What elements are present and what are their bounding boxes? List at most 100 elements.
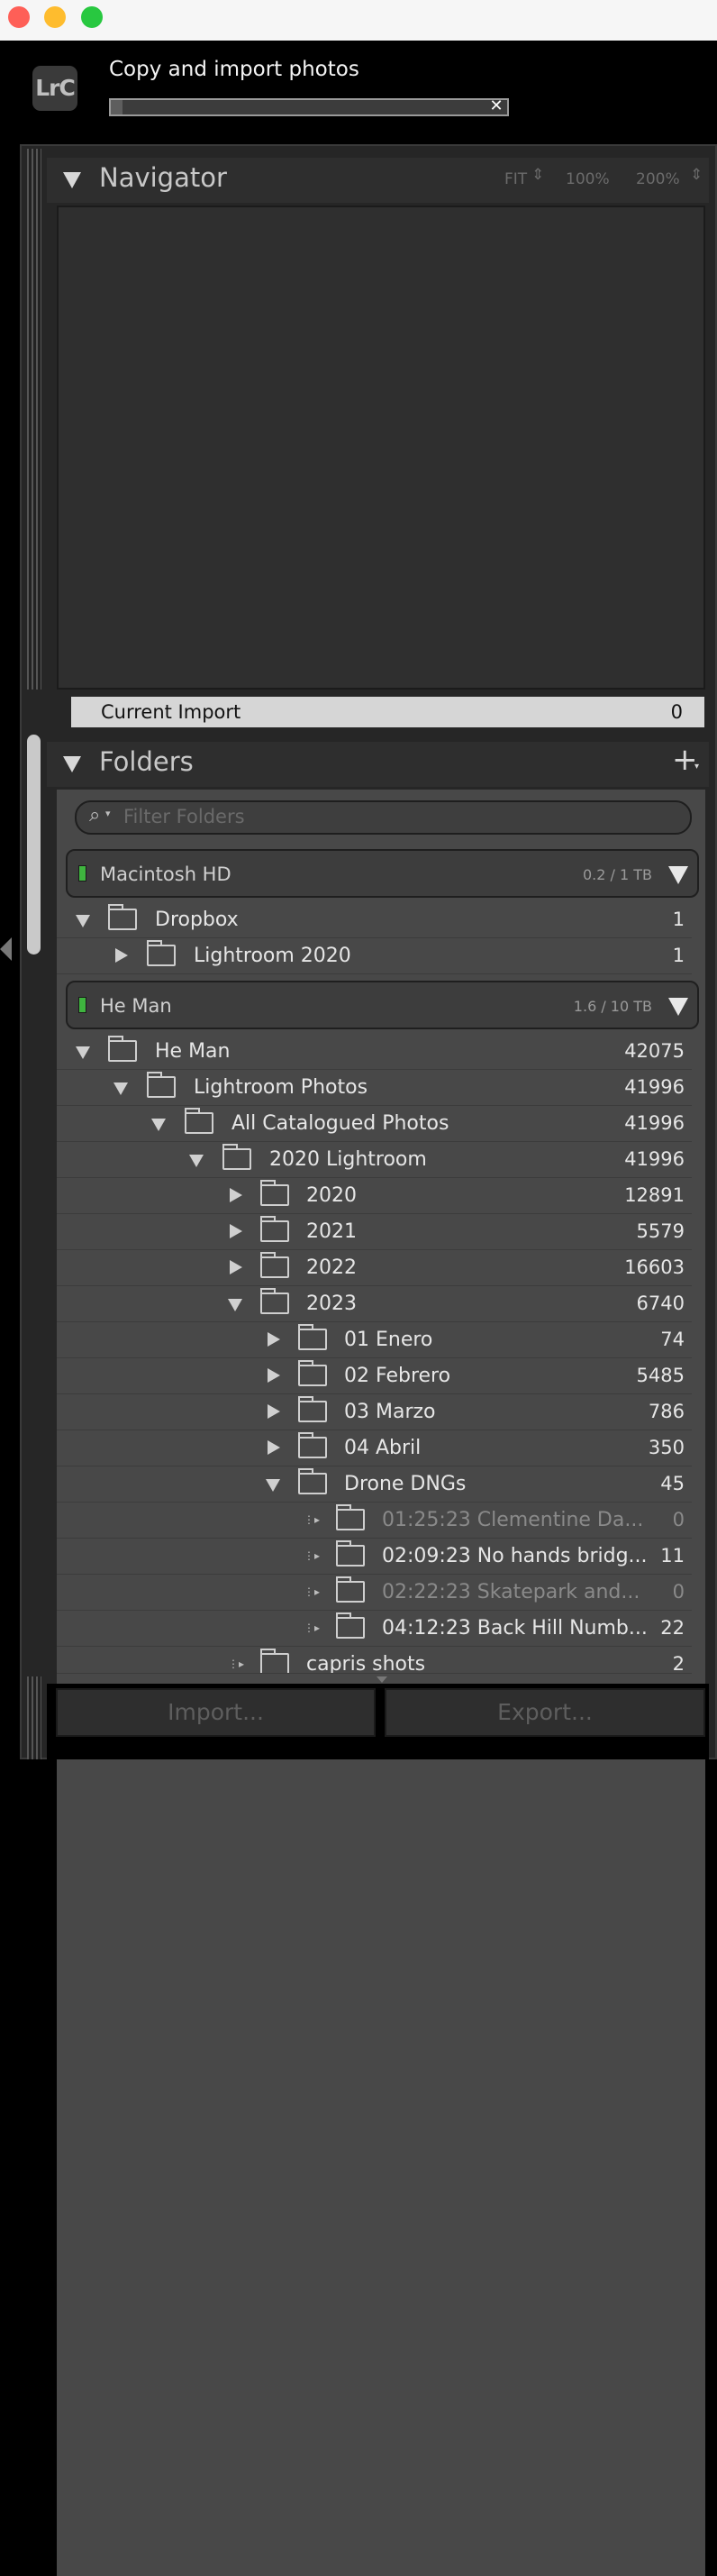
close-window-button[interactable] (8, 6, 30, 28)
folder-row[interactable]: ⋮▸ 01:25:23 Clementine Da... 0 (57, 1502, 692, 1539)
folder-icon (298, 1396, 327, 1422)
folder-row[interactable]: Lightroom Photos 41996 (57, 1069, 692, 1106)
folder-row[interactable]: 01 Enero 74 (57, 1321, 692, 1358)
panel-scroll-rail (27, 149, 41, 690)
catalog-current-import[interactable]: Current Import 0 (71, 697, 704, 727)
volume-name: Macintosh HD (100, 863, 231, 885)
folders-panel-header[interactable]: Folders + ▾ (47, 742, 709, 787)
expand-triangle-icon[interactable] (266, 1479, 280, 1492)
search-options-chevron-icon[interactable]: ▾ (105, 808, 111, 819)
folder-icon (336, 1576, 365, 1603)
expand-triangle-icon[interactable] (76, 915, 90, 927)
collapse-triangle-icon[interactable] (268, 1332, 280, 1347)
folder-name: capris shots (306, 1653, 426, 1674)
collapse-panel-arrow-icon[interactable] (0, 937, 12, 961)
navigator-title: Navigator (99, 162, 227, 193)
panel-scrollbar-thumb[interactable] (27, 735, 41, 955)
folder-count: 41996 (624, 1076, 685, 1098)
folder-name: Dropbox (155, 909, 239, 931)
subfolder-dotted-triangle-icon[interactable]: ⋮▸ (304, 1548, 320, 1563)
folder-row[interactable]: Drone DNGs 45 (57, 1466, 692, 1503)
zoom-option-100[interactable]: 100% (566, 170, 610, 188)
volume-macintosh-hd[interactable]: Macintosh HD 0.2 / 1 TB (66, 849, 699, 898)
collapse-triangle-icon[interactable] (230, 1188, 242, 1202)
search-icon: ⌕ (89, 804, 101, 827)
navigator-collapse-triangle-icon[interactable] (63, 172, 81, 188)
folders-collapse-triangle-icon[interactable] (63, 756, 81, 772)
subfolder-dotted-triangle-icon[interactable]: ⋮▸ (228, 1657, 244, 1671)
folder-name: 02 Febrero (344, 1365, 451, 1387)
folder-row[interactable]: ⋮▸ 02:22:23 Skatepark and... 0 (57, 1574, 692, 1611)
folder-icon (298, 1324, 327, 1350)
folder-row[interactable]: ⋮▸ capris shots 2 (57, 1646, 692, 1674)
folder-row[interactable]: 03 Marzo 786 (57, 1393, 692, 1430)
folders-title: Folders (99, 746, 194, 777)
folder-icon (108, 1036, 137, 1062)
folder-row[interactable]: 2022 16603 (57, 1249, 692, 1286)
folder-count: 350 (648, 1437, 685, 1458)
collapse-triangle-icon[interactable] (115, 948, 128, 963)
subfolder-dotted-triangle-icon[interactable]: ⋮▸ (304, 1512, 320, 1527)
close-icon[interactable]: ✕ (486, 97, 506, 115)
folder-row[interactable]: 2023 6740 (57, 1285, 692, 1322)
minimize-window-button[interactable] (44, 6, 66, 28)
volume-name: He Man (100, 995, 172, 1017)
folder-name: All Catalogued Photos (231, 1112, 449, 1135)
expand-triangle-icon[interactable] (189, 1155, 204, 1167)
folder-row[interactable]: 02 Febrero 5485 (57, 1357, 692, 1394)
import-button[interactable]: Import... (56, 1688, 376, 1737)
import-progress-bar (109, 98, 509, 116)
folder-count: 11 (660, 1545, 685, 1567)
folder-icon (260, 1252, 289, 1278)
expand-triangle-icon[interactable] (151, 1119, 166, 1131)
folder-name: 2021 (306, 1220, 357, 1243)
folder-row[interactable]: Dropbox 1 (57, 901, 692, 938)
folder-count: 16603 (624, 1256, 685, 1278)
collapse-triangle-icon[interactable] (230, 1260, 242, 1274)
volume-menu-triangle-icon[interactable] (668, 866, 688, 884)
collapse-triangle-icon[interactable] (268, 1440, 280, 1455)
folder-icon (336, 1540, 365, 1567)
add-folder-button[interactable]: + (672, 742, 698, 778)
expand-triangle-icon[interactable] (76, 1046, 90, 1059)
volume-he-man[interactable]: He Man 1.6 / 10 TB (66, 981, 699, 1029)
navigator-panel-header[interactable]: Navigator (47, 158, 709, 203)
zoom-custom-stepper-icon[interactable]: ⇕ (690, 166, 703, 184)
folder-row[interactable]: 2020 Lightroom 41996 (57, 1141, 692, 1178)
add-folder-chevron-icon[interactable]: ▾ (694, 762, 699, 772)
subfolder-dotted-triangle-icon[interactable]: ⋮▸ (304, 1621, 320, 1635)
folder-name: 04 Abril (344, 1437, 422, 1459)
folder-name: 01:25:23 Clementine Da... (382, 1509, 644, 1531)
folder-icon (222, 1144, 251, 1170)
subfolder-dotted-triangle-icon[interactable]: ⋮▸ (304, 1585, 320, 1599)
folder-name: 02:22:23 Skatepark and... (382, 1581, 640, 1603)
folder-row[interactable]: ⋮▸ 04:12:23 Back Hill Numb... 22 (57, 1610, 692, 1647)
folder-icon (260, 1649, 289, 1673)
expand-triangle-icon[interactable] (113, 1082, 128, 1095)
zoom-option-fit[interactable]: FIT (504, 170, 527, 188)
volume-menu-triangle-icon[interactable] (668, 998, 688, 1016)
folder-row[interactable]: ⋮▸ 02:09:23 No hands bridg... 11 (57, 1538, 692, 1575)
zoom-option-200[interactable]: 200% (636, 170, 680, 188)
folder-row[interactable]: Lightroom 2020 1 (57, 937, 692, 974)
folder-row[interactable]: He Man 42075 (57, 1033, 692, 1070)
expand-triangle-icon[interactable] (228, 1299, 242, 1311)
export-button[interactable]: Export... (385, 1688, 705, 1737)
zoom-window-button[interactable] (81, 6, 103, 28)
folder-row[interactable]: 04 Abril 350 (57, 1430, 692, 1466)
folder-row[interactable]: All Catalogued Photos 41996 (57, 1105, 692, 1142)
zoom-fit-stepper-icon[interactable]: ⇕ (531, 166, 544, 184)
collapse-triangle-icon[interactable] (268, 1404, 280, 1419)
folder-row[interactable]: 2020 12891 (57, 1177, 692, 1214)
folder-count: 6740 (636, 1293, 685, 1314)
collapse-triangle-icon[interactable] (230, 1224, 242, 1238)
import-progress-fill (111, 100, 123, 114)
folder-name: Drone DNGs (344, 1473, 467, 1495)
collapse-triangle-icon[interactable] (268, 1368, 280, 1383)
folder-row[interactable]: 2021 5579 (57, 1213, 692, 1250)
panel-resize-arrow-icon[interactable] (377, 1676, 387, 1683)
lightroom-logo: LrC (32, 66, 77, 111)
folder-name: 2023 (306, 1293, 357, 1315)
filter-folders-input[interactable]: ⌕ ▾ Filter Folders (75, 800, 692, 835)
navigator-preview[interactable] (57, 206, 705, 690)
